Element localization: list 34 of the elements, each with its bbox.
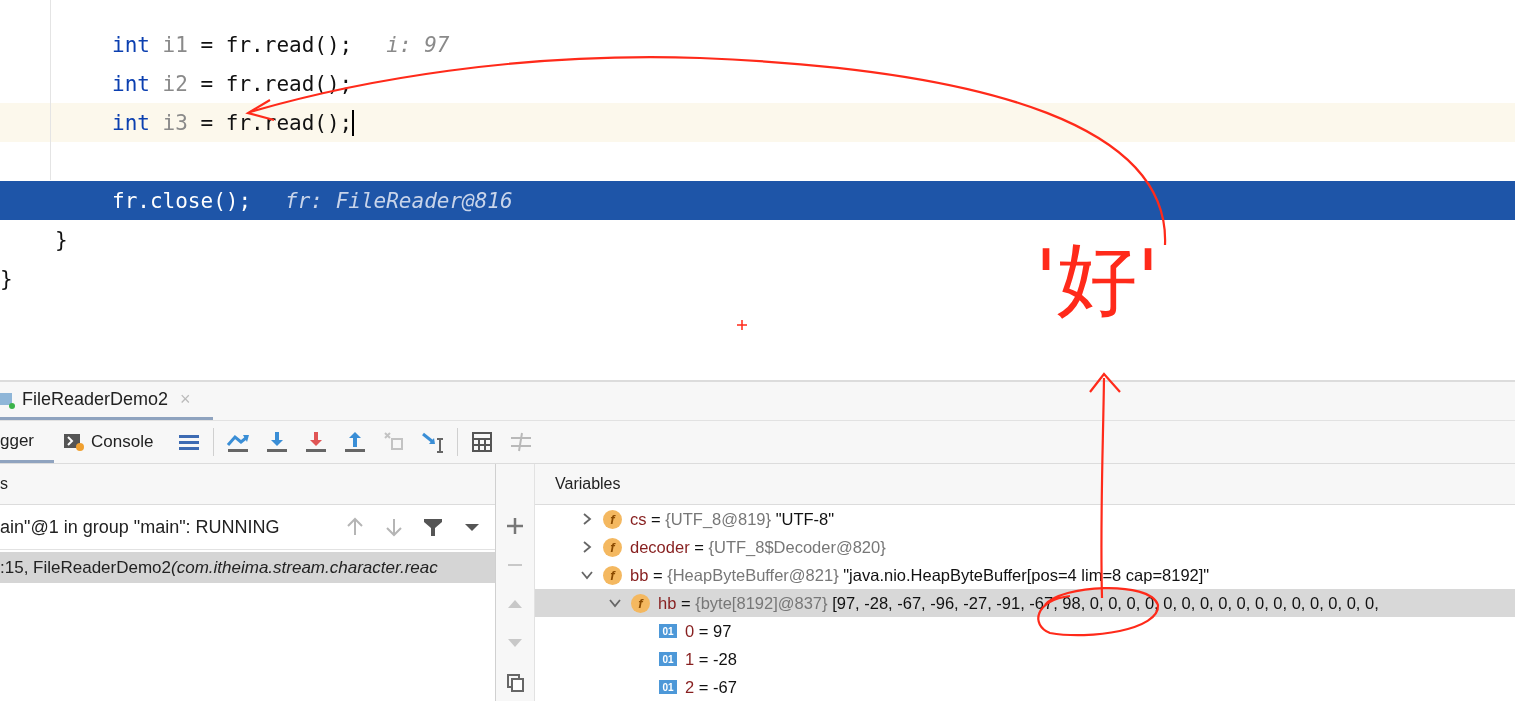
code-line: }: [0, 266, 13, 291]
variable-type-icon: 01: [659, 680, 677, 694]
code-line: int i2 = fr.read();: [112, 71, 353, 96]
variable-entry[interactable]: 0 = 97: [685, 621, 732, 641]
variable-type-icon: f: [603, 509, 622, 529]
variable-entry[interactable]: decoder = {UTF_8$Decoder@820}: [630, 537, 886, 557]
stack-frame[interactable]: :15, FileReaderDemo2(com.itheima.stream.character.reac: [0, 552, 495, 583]
handwritten-annotation: '好': [1035, 240, 1159, 320]
crosshair-icon: [736, 319, 748, 331]
add-icon[interactable]: [505, 516, 525, 536]
inline-value-hint: i: 97: [386, 32, 450, 57]
pane-title: s: [0, 475, 8, 493]
variable-entry[interactable]: 1 = -28: [685, 649, 737, 669]
code-line: fr.close();: [112, 188, 252, 213]
variable-entry[interactable]: cs = {UTF_8@819} "UTF-8": [630, 509, 835, 529]
variable-type-icon: f: [603, 565, 622, 585]
variable-type-icon: f: [603, 537, 622, 557]
code-line: int i3 = fr.read();: [112, 110, 353, 135]
variable-type-icon: 01: [659, 652, 677, 666]
thread-selector[interactable]: ain"@1 in group "main": RUNNING: [0, 505, 495, 550]
code-line: int i1 = fr.read();: [112, 32, 353, 57]
code-line: }: [55, 227, 68, 252]
copy-icon[interactable]: [505, 672, 525, 692]
inline-value-hint: fr: FileReader@816: [285, 188, 513, 213]
text-caret: [352, 109, 355, 136]
variable-type-icon: 01: [659, 624, 677, 638]
pane-title: Variables: [555, 475, 621, 493]
panel-tab[interactable]: Console: [63, 421, 166, 463]
run-tab[interactable]: FileReaderDemo2 ×: [0, 382, 213, 420]
variable-type-icon: f: [631, 593, 650, 613]
filter-icon[interactable]: [422, 516, 444, 538]
console-icon: [63, 432, 86, 452]
app-window-icon: [0, 390, 16, 409]
variable-entry[interactable]: 2 = -67: [685, 677, 737, 697]
